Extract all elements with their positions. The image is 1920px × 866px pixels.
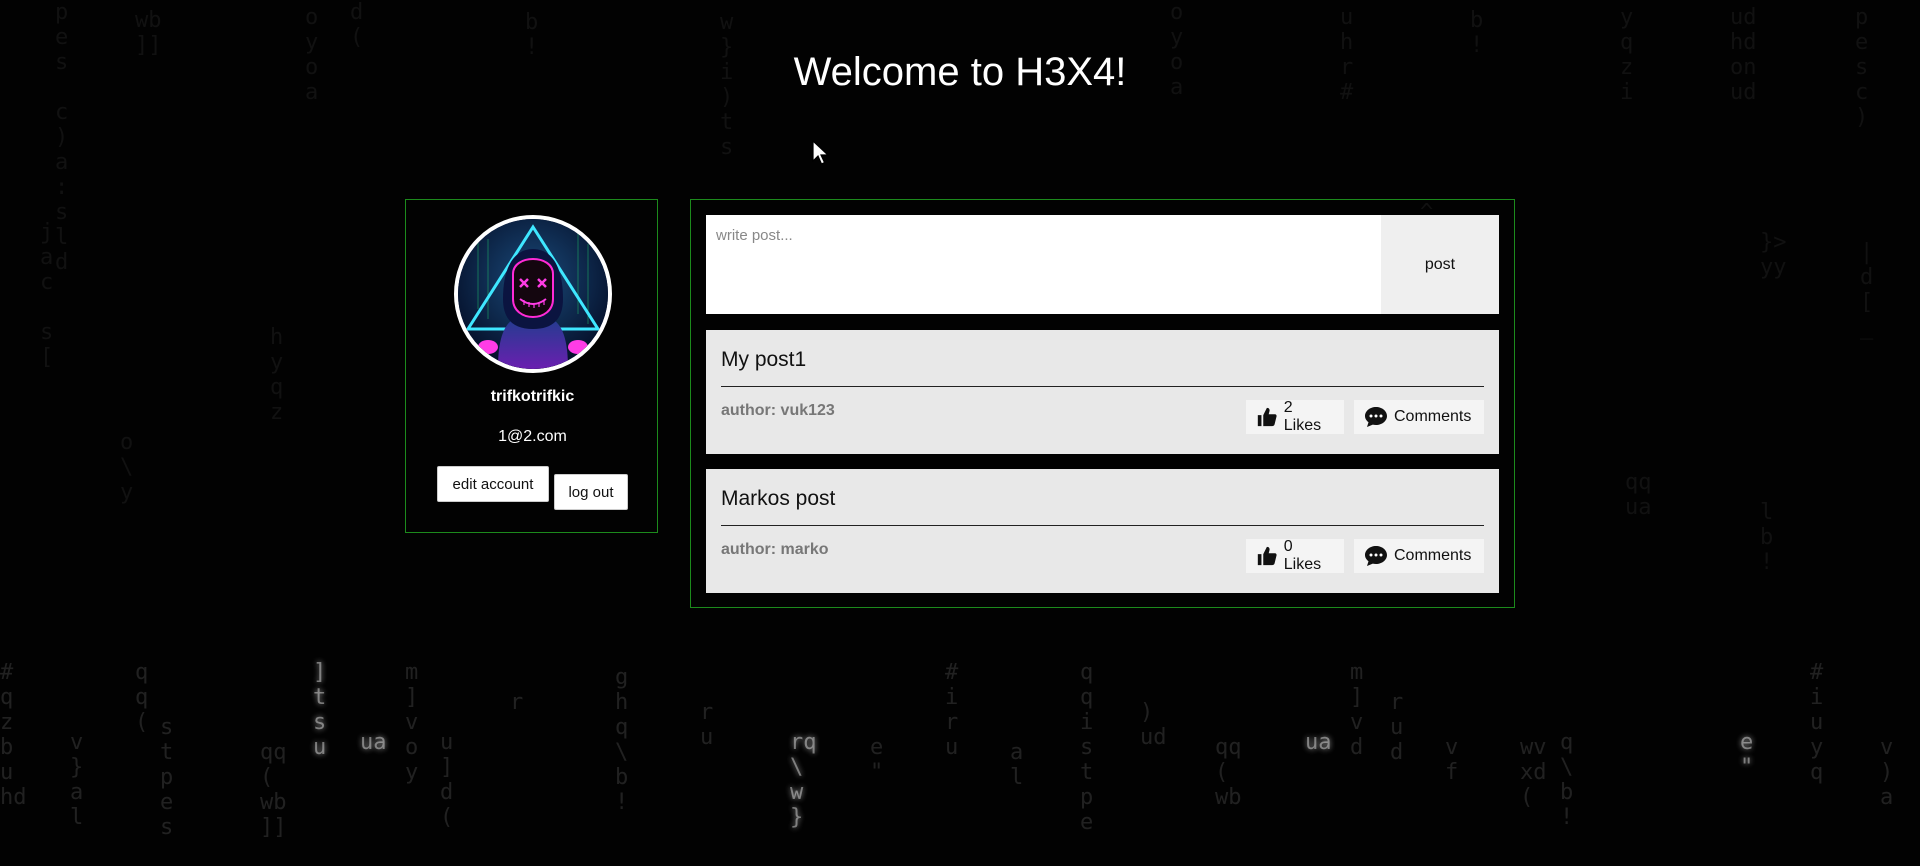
like-button[interactable]: 0 Likes [1246, 538, 1344, 573]
post-title[interactable]: Markos post [721, 487, 835, 511]
speech-bubble-icon [1365, 407, 1387, 427]
edit-account-button[interactable]: edit account [437, 466, 549, 502]
comments-label: Comments [1394, 408, 1472, 425]
thumbs-up-icon [1257, 407, 1277, 427]
page-title: Welcome to H3X4! [793, 50, 1127, 94]
feed-panel: post My post1 author: vuk123 2 Likes Com… [690, 199, 1515, 608]
like-count: 0 Likes [1283, 538, 1322, 573]
speech-bubble-icon [1365, 546, 1387, 566]
thumbs-up-icon [1257, 546, 1277, 566]
post-card: My post1 author: vuk123 2 Likes Comments [706, 330, 1499, 454]
comments-button[interactable]: Comments [1354, 539, 1484, 573]
mouse-cursor-icon [812, 139, 830, 171]
post-author: author: marko [721, 541, 829, 558]
profile-email: 1@2.com [498, 428, 567, 445]
comments-button[interactable]: Comments [1354, 400, 1484, 434]
post-divider [721, 386, 1484, 387]
post-button[interactable]: post [1381, 215, 1499, 314]
post-card: Markos post author: marko 0 Likes Commen… [706, 469, 1499, 593]
post-composer: post [706, 215, 1499, 314]
like-count: 2 Likes [1283, 399, 1322, 434]
avatar[interactable] [454, 215, 612, 373]
post-author: author: vuk123 [721, 402, 835, 419]
profile-username: trifkotrifkic [490, 388, 575, 405]
post-divider [721, 525, 1484, 526]
post-title[interactable]: My post1 [721, 348, 806, 372]
profile-panel: trifkotrifkic 1@2.com edit account log o… [405, 199, 658, 533]
masked-hacker-avatar-icon [458, 219, 608, 369]
like-button[interactable]: 2 Likes [1246, 399, 1344, 434]
log-out-button[interactable]: log out [554, 474, 628, 510]
write-post-input[interactable] [706, 215, 1381, 314]
comments-label: Comments [1394, 547, 1472, 564]
